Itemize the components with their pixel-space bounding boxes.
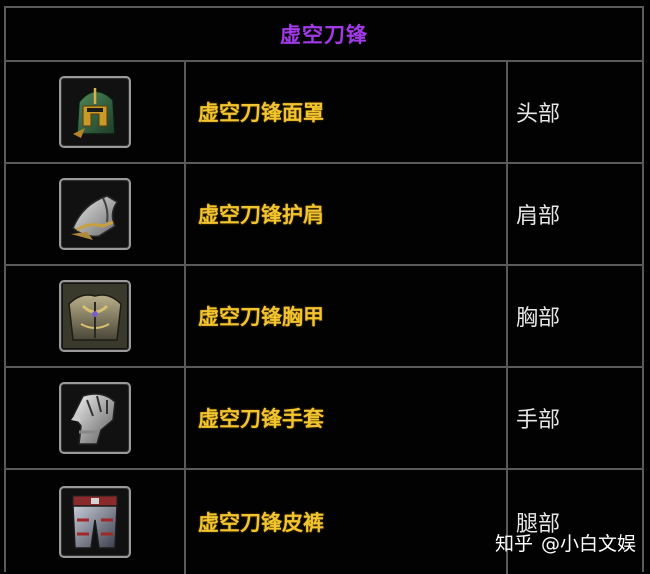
watermark-platform: 知乎 bbox=[494, 533, 533, 555]
chest-armor-icon bbox=[59, 280, 131, 352]
table-row: 虚空刀锋面罩 头部 bbox=[6, 62, 642, 164]
helmet-icon bbox=[59, 76, 131, 148]
name-cell: 虚空刀锋胸甲 bbox=[186, 266, 508, 366]
slot-label: 胸部 bbox=[516, 306, 561, 331]
slot-label: 肩部 bbox=[516, 204, 561, 229]
table-title-row: 虚空刀锋 bbox=[6, 8, 642, 62]
slot-cell: 手部 bbox=[508, 368, 642, 468]
shoulder-armor-icon bbox=[59, 178, 131, 250]
slot-cell: 腿部 bbox=[508, 470, 642, 574]
gauntlet-icon bbox=[59, 382, 131, 454]
name-cell: 虚空刀锋面罩 bbox=[186, 62, 508, 162]
icon-cell bbox=[6, 470, 186, 574]
icon-cell bbox=[6, 164, 186, 264]
table-row: 虚空刀锋胸甲 胸部 bbox=[6, 266, 642, 368]
item-name: 虚空刀锋护肩 bbox=[198, 203, 324, 227]
icon-cell bbox=[6, 62, 186, 162]
icon-cell bbox=[6, 368, 186, 468]
name-cell: 虚空刀锋手套 bbox=[186, 368, 508, 468]
leg-armor-icon bbox=[59, 486, 131, 558]
table-row: 虚空刀锋护肩 肩部 bbox=[6, 164, 642, 266]
slot-label: 手部 bbox=[516, 408, 561, 433]
slot-cell: 肩部 bbox=[508, 164, 642, 264]
item-name: 虚空刀锋面罩 bbox=[198, 101, 324, 125]
item-name: 虚空刀锋皮裤 bbox=[198, 511, 324, 535]
name-cell: 虚空刀锋护肩 bbox=[186, 164, 508, 264]
watermark: 知乎 @小白文娱 bbox=[495, 529, 636, 556]
watermark-author: @小白文娱 bbox=[540, 533, 636, 555]
table-row: 虚空刀锋手套 手部 bbox=[6, 368, 642, 470]
slot-cell: 头部 bbox=[508, 62, 642, 162]
item-name: 虚空刀锋胸甲 bbox=[198, 305, 324, 329]
name-cell: 虚空刀锋皮裤 bbox=[186, 470, 508, 574]
set-title: 虚空刀锋 bbox=[280, 23, 368, 47]
table-row: 虚空刀锋皮裤 腿部 bbox=[6, 470, 642, 574]
armor-set-table: 虚空刀锋 虚空刀锋面罩 头部 虚空刀锋护肩 肩部 虚空刀锋胸甲 胸部 虚空刀锋手… bbox=[4, 6, 644, 574]
item-name: 虚空刀锋手套 bbox=[198, 407, 324, 431]
slot-label: 头部 bbox=[516, 102, 561, 127]
slot-cell: 胸部 bbox=[508, 266, 642, 366]
icon-cell bbox=[6, 266, 186, 366]
